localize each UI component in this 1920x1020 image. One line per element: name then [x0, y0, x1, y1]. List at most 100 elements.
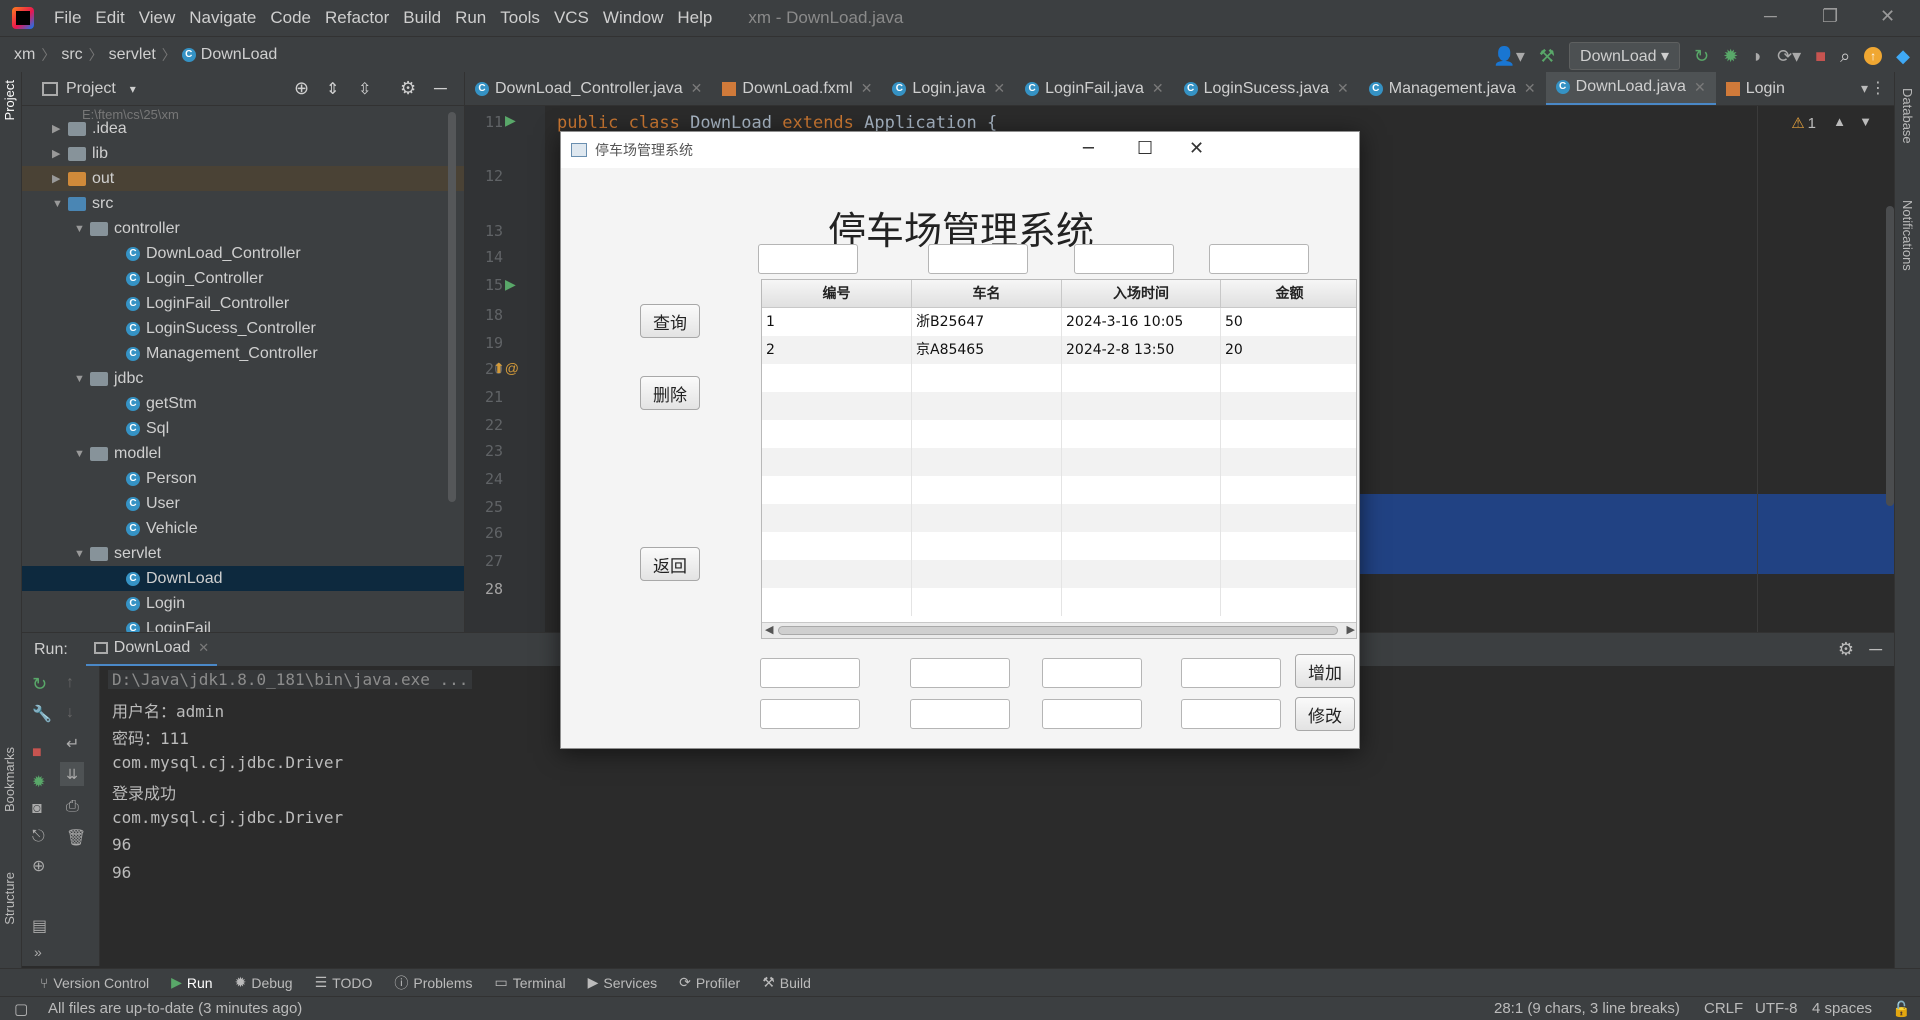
stop-icon[interactable]: ■	[1815, 46, 1826, 67]
column-header-time[interactable]: 入场时间	[1062, 280, 1221, 308]
gear-icon[interactable]: ⚙	[1838, 639, 1854, 660]
menu-edit[interactable]: Edit	[95, 8, 124, 28]
tree-item-jdbc[interactable]: ▼ jdbc	[74, 366, 464, 391]
tool-tab-todo[interactable]: ☰ TODO	[315, 974, 373, 991]
debug-icon[interactable]: ✹	[32, 772, 45, 792]
parking-table[interactable]: 编号 车名 入场时间 金额 1 浙B25647 2024-3-16 10:05 …	[761, 279, 1357, 639]
tree-item-vehicle[interactable]: C Vehicle	[126, 516, 464, 541]
caret-position[interactable]: 28:1 (9 chars, 3 line breaks)	[1494, 1000, 1680, 1017]
tab-loginsucess[interactable]: C LoginSucess.java ✕	[1174, 72, 1359, 105]
tree-item-controller[interactable]: ▼ controller	[74, 216, 464, 241]
expand-all-icon[interactable]: ⇕	[326, 79, 339, 99]
menu-code[interactable]: Code	[270, 8, 311, 28]
tree-item-login[interactable]: C Login	[126, 591, 464, 616]
tool-tab-services[interactable]: ▶ Services	[588, 974, 657, 991]
maximize-icon[interactable]: ☐	[1137, 138, 1153, 159]
tab-download-controller[interactable]: C DownLoad_Controller.java ✕	[465, 72, 712, 105]
tab-download-java[interactable]: C DownLoad.java ✕	[1545, 72, 1716, 105]
profile-icon[interactable]: ⟳▾	[1777, 46, 1801, 67]
coverage-icon[interactable]: ◗	[1752, 46, 1763, 67]
menu-window[interactable]: Window	[603, 8, 663, 28]
override-gutter-icon[interactable]: ⬆@	[493, 360, 519, 377]
tree-item-person[interactable]: C Person	[126, 466, 464, 491]
menu-build[interactable]: Build	[403, 8, 441, 28]
close-icon[interactable]: ✕	[1337, 80, 1349, 97]
close-icon[interactable]: ✕	[198, 640, 209, 656]
tool-tab-terminal[interactable]: ▭ Terminal	[495, 974, 566, 991]
close-icon[interactable]: ✕	[1524, 80, 1536, 97]
tree-item-sql[interactable]: C Sql	[126, 416, 464, 441]
minimize-icon[interactable]: ─	[1764, 6, 1777, 27]
chevron-right-icon[interactable]: ▶	[1347, 623, 1355, 636]
search-field-time[interactable]	[1074, 244, 1174, 274]
tree-item-management-controller[interactable]: C Management_Controller	[126, 341, 464, 366]
menu-view[interactable]: View	[139, 8, 176, 28]
tree-item-download-controller[interactable]: C DownLoad_Controller	[126, 241, 464, 266]
side-tab-database[interactable]: Database	[1900, 88, 1915, 144]
column-header-id[interactable]: 编号	[762, 280, 912, 308]
search-field-id[interactable]	[758, 244, 858, 274]
edit-field-name[interactable]	[910, 699, 1010, 729]
edit-field-amount[interactable]	[1181, 699, 1281, 729]
file-encoding[interactable]: UTF-8	[1755, 1000, 1798, 1017]
gear-icon[interactable]: ⚙	[400, 78, 416, 99]
tab-login-partial[interactable]: Login	[1716, 72, 1795, 105]
add-field-amount[interactable]	[1181, 658, 1281, 688]
run-gutter-icon[interactable]: ▶	[505, 112, 516, 129]
add-field-time[interactable]	[1042, 658, 1142, 688]
close-icon[interactable]: ✕	[993, 80, 1005, 97]
delete-button[interactable]: 删除	[640, 376, 700, 410]
tool-tab-version-control[interactable]: ⑂ Version Control	[40, 975, 149, 991]
column-header-amount[interactable]: 金额	[1221, 280, 1356, 308]
chevron-right-icon[interactable]: ▶	[52, 172, 68, 185]
chevron-up-icon[interactable]: ▲	[1833, 114, 1846, 129]
side-tab-notifications[interactable]: Notifications	[1900, 200, 1915, 271]
arrow-up-icon[interactable]: ↑	[66, 674, 74, 692]
add-field-name[interactable]	[910, 658, 1010, 688]
breadcrumb-src[interactable]: src	[61, 46, 82, 64]
hide-panel-icon[interactable]: ─	[434, 78, 447, 99]
search-field-name[interactable]	[928, 244, 1028, 274]
table-horizontal-scrollbar[interactable]: ◀ ▶	[762, 622, 1356, 638]
indent-setting[interactable]: 4 spaces	[1812, 1000, 1872, 1017]
status-message[interactable]: All files are up-to-date (3 minutes ago)	[48, 1000, 302, 1017]
tab-loginfail[interactable]: C LoginFail.java ✕	[1015, 72, 1173, 105]
run-tab-download[interactable]: DownLoad ✕	[85, 633, 218, 667]
tree-item-servlet[interactable]: ▼ servlet	[74, 541, 464, 566]
editor-scrollbar[interactable]	[1886, 206, 1894, 506]
print-icon[interactable]: ⎙	[66, 798, 79, 816]
breadcrumb-class[interactable]: DownLoad	[201, 46, 278, 64]
line-separator[interactable]: CRLF	[1704, 1000, 1743, 1017]
chevron-down-icon[interactable]: ▾	[1861, 80, 1868, 97]
menu-navigate[interactable]: Navigate	[189, 8, 256, 28]
chevron-down-icon[interactable]: ▼	[74, 548, 90, 560]
chevron-down-icon[interactable]: ▼	[74, 373, 90, 385]
lock-icon[interactable]: 🔓	[1892, 1000, 1911, 1018]
search-icon[interactable]: ⌕	[1840, 46, 1850, 67]
side-tab-project[interactable]: Project	[2, 80, 17, 120]
chevron-down-icon[interactable]: ▾	[130, 82, 136, 96]
menu-file[interactable]: File	[54, 8, 81, 28]
soft-wrap-icon[interactable]: ↵	[66, 734, 79, 754]
minimize-icon[interactable]: ─	[1083, 138, 1094, 159]
tree-item-loginfail-controller[interactable]: C LoginFail_Controller	[126, 291, 464, 316]
close-icon[interactable]: ✕	[1152, 80, 1164, 97]
edit-field-id[interactable]	[760, 699, 860, 729]
close-icon[interactable]: ✕	[1694, 79, 1706, 96]
build-hammer-icon[interactable]: ⚒	[1539, 46, 1555, 67]
chevron-down-icon[interactable]: ▼	[74, 223, 90, 235]
more-icon[interactable]: »	[34, 944, 42, 960]
side-tab-structure[interactable]: Structure	[2, 872, 17, 925]
column-header-name[interactable]: 车名	[912, 280, 1062, 308]
tree-item-idea[interactable]: ▶ .idea	[52, 116, 464, 141]
menu-run[interactable]: Run	[455, 8, 486, 28]
table-row[interactable]: 2 京A85465 2024-2-8 13:50 20	[762, 336, 1356, 364]
tool-tab-run[interactable]: ▶ Run	[171, 974, 212, 991]
run-configuration-select[interactable]: DownLoad ▾	[1569, 42, 1680, 70]
close-icon[interactable]: ✕	[691, 80, 703, 97]
tree-item-out[interactable]: ▶ out	[22, 166, 464, 191]
menu-tools[interactable]: Tools	[500, 8, 540, 28]
trash-icon[interactable]: 🗑	[66, 828, 86, 848]
chevron-left-icon[interactable]: ◀	[765, 623, 773, 636]
toggle-panels-icon[interactable]: ▢	[14, 1000, 28, 1018]
